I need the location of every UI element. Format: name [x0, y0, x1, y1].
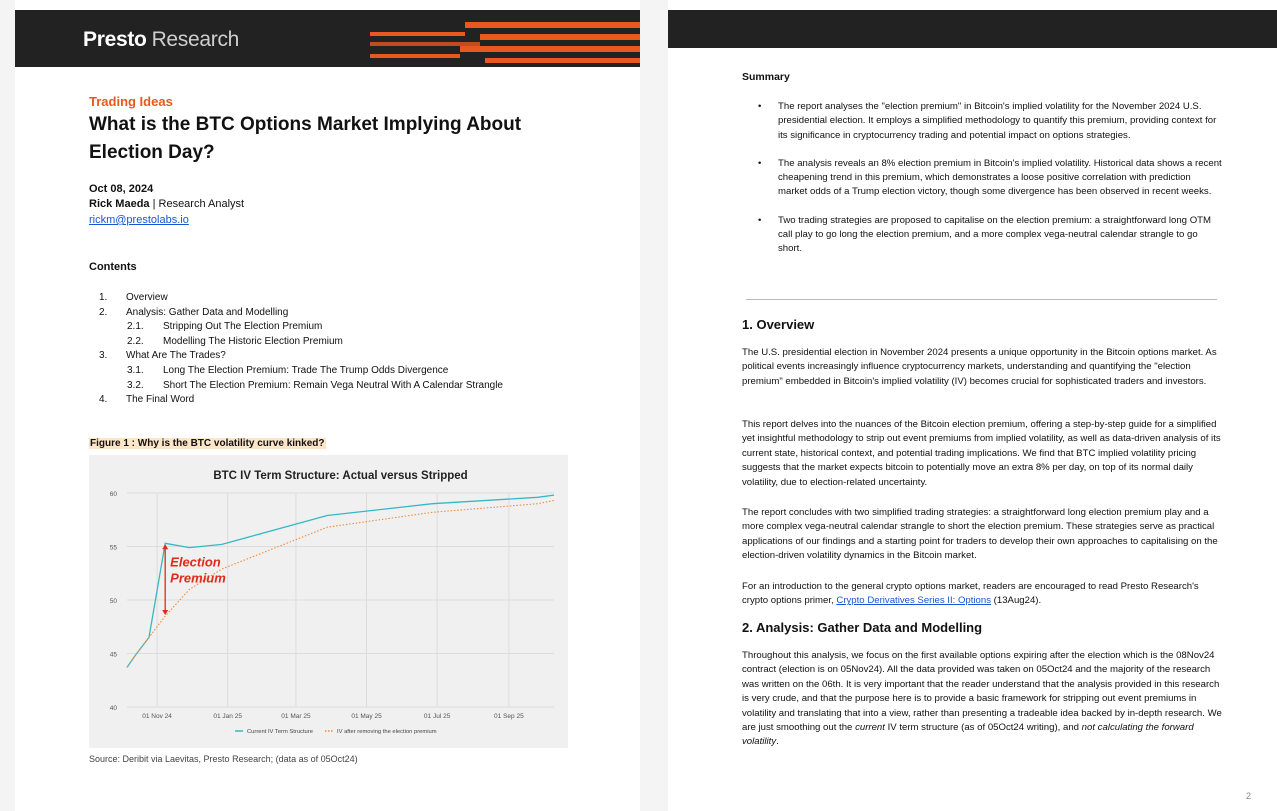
toc-item[interactable]: 2.1. Stripping Out The Election Premium — [89, 320, 609, 335]
analysis-paragraph: Throughout this analysis, we focus on th… — [742, 650, 1222, 748]
overview-paragraph: The report concludes with two simplified… — [742, 507, 1218, 562]
contents-heading: Contents — [89, 261, 137, 273]
presto-logo: Presto Research — [83, 28, 239, 52]
intro-paragraph: For an introduction to the general crypt… — [742, 581, 1199, 607]
page-header: Presto Research — [15, 10, 640, 67]
y-tick-label: 40 — [110, 705, 118, 712]
y-tick-label: 45 — [110, 652, 118, 659]
overview-paragraph: The U.S. presidential election in Novemb… — [742, 347, 1217, 387]
toc-text: What Are The Trades? — [126, 350, 226, 362]
summary-bullet: • Two trading strategies are proposed to … — [758, 214, 1212, 255]
overview-heading: 1. Overview — [742, 317, 815, 332]
toc-text: Short The Election Premium: Remain Vega … — [163, 379, 503, 391]
x-tick-label: 01 May 25 — [351, 713, 382, 720]
y-tick-label: 55 — [110, 545, 118, 552]
summary-bullet: • The report analyses the "election premi… — [758, 101, 1217, 141]
header-stripe — [485, 58, 640, 63]
figure-title: Figure 1 : Why is the BTC volatility cur… — [89, 438, 326, 449]
author-role: | Research Analyst — [152, 198, 245, 210]
toc-number: 2.1. — [127, 321, 144, 333]
figure-1-chart: BTC IV Term Structure: Actual versus Str… — [89, 455, 568, 748]
summary-bullets: • The report analyses the "election premi… — [742, 100, 1222, 271]
toc-number: 1. — [99, 292, 108, 303]
toc-item[interactable]: 1. Overview — [89, 291, 609, 306]
toc-item[interactable]: 3. What Are The Trades? — [89, 349, 609, 364]
page-number: 2 — [1245, 791, 1251, 801]
logo-sub: Research — [151, 28, 240, 51]
toc-item[interactable]: 2.2. Modelling The Historic Election Prem… — [89, 335, 609, 350]
toc-text: The Final Word — [126, 394, 195, 406]
analysis-heading: 2. Analysis: Gather Data and Modelling — [742, 620, 983, 635]
x-tick-label: 01 Jul 25 — [424, 713, 451, 720]
x-tick-label: 01 Nov 24 — [142, 713, 172, 720]
summary-heading: Summary — [742, 71, 790, 83]
toc-item[interactable]: 4. The Final Word — [89, 393, 609, 408]
header-stripe — [370, 32, 465, 36]
x-tick-label: 01 Mar 25 — [281, 713, 311, 720]
header-stripe — [465, 22, 640, 28]
section-divider — [746, 299, 1217, 300]
page-header-bar — [668, 10, 1277, 48]
author-name: Rick Maeda — [89, 198, 150, 210]
annotation-label: Premium — [170, 570, 226, 585]
header-stripe — [460, 46, 640, 52]
y-tick-label: 60 — [110, 491, 118, 498]
iv-term-structure-chart: BTC IV Term Structure: Actual versus Str… — [110, 470, 555, 735]
toc-item[interactable]: 2. Analysis: Gather Data and Modelling — [89, 306, 609, 321]
summary-bullet: • The analysis reveals an 8% election pre… — [758, 157, 1222, 198]
figure-source: Source: Deribit via Laevitas, Presto Res… — [89, 754, 358, 764]
report-page-1: Presto Research Trading Ideas What is the… — [15, 0, 640, 811]
x-tick-label: 01 Sep 25 — [494, 713, 524, 720]
toc-text: Stripping Out The Election Premium — [163, 321, 323, 333]
toc-number: 3.2. — [127, 379, 144, 391]
options-primer-link[interactable]: Crypto Derivatives Series II: Options — [836, 595, 991, 606]
chart-title: BTC IV Term Structure: Actual versus Str… — [213, 470, 467, 482]
report-date: Oct 08, 2024 — [89, 183, 154, 195]
category-label: Trading Ideas — [89, 94, 173, 109]
toc-text: Analysis: Gather Data and Modelling — [126, 306, 289, 318]
legend-label-0: Current IV Term Structure — [247, 729, 313, 735]
toc-item[interactable]: 3.2. Short The Election Premium: Remain V… — [89, 379, 609, 394]
author-email-link[interactable]: rickm@prestolabs.io — [89, 214, 189, 226]
toc-item[interactable]: 3.1. Long The Election Premium: Trade The… — [89, 364, 609, 379]
report-title: What is the BTC Options Market Implying … — [89, 114, 522, 163]
y-tick-label: 50 — [110, 598, 118, 605]
toc-number: 4. — [99, 394, 108, 406]
header-stripe — [480, 34, 640, 40]
annotation-label: Election — [170, 554, 221, 569]
toc-text: Overview — [126, 292, 168, 303]
x-tick-label: 01 Jan 25 — [213, 713, 242, 720]
toc-text: Long The Election Premium: Trade The Tru… — [163, 364, 449, 376]
legend-label-1: IV after removing the election premium — [337, 729, 437, 735]
toc-number: 2.2. — [127, 335, 144, 347]
toc-number: 2. — [99, 306, 108, 318]
logo-brand: Presto — [83, 28, 147, 51]
toc-number: 3.1. — [127, 364, 144, 376]
header-stripe — [370, 54, 460, 58]
toc-text: Modelling The Historic Election Premium — [163, 335, 343, 347]
author-line: Rick Maeda | Research Analyst — [89, 198, 244, 210]
toc-number: 3. — [99, 350, 108, 362]
table-of-contents: 1. Overview 2. Analysis: Gather Data and Mo… — [89, 291, 609, 408]
overview-paragraph: This report delves into the nuances of t… — [742, 419, 1221, 488]
report-page-2: Summary • The report analyses the "electi… — [668, 0, 1277, 811]
